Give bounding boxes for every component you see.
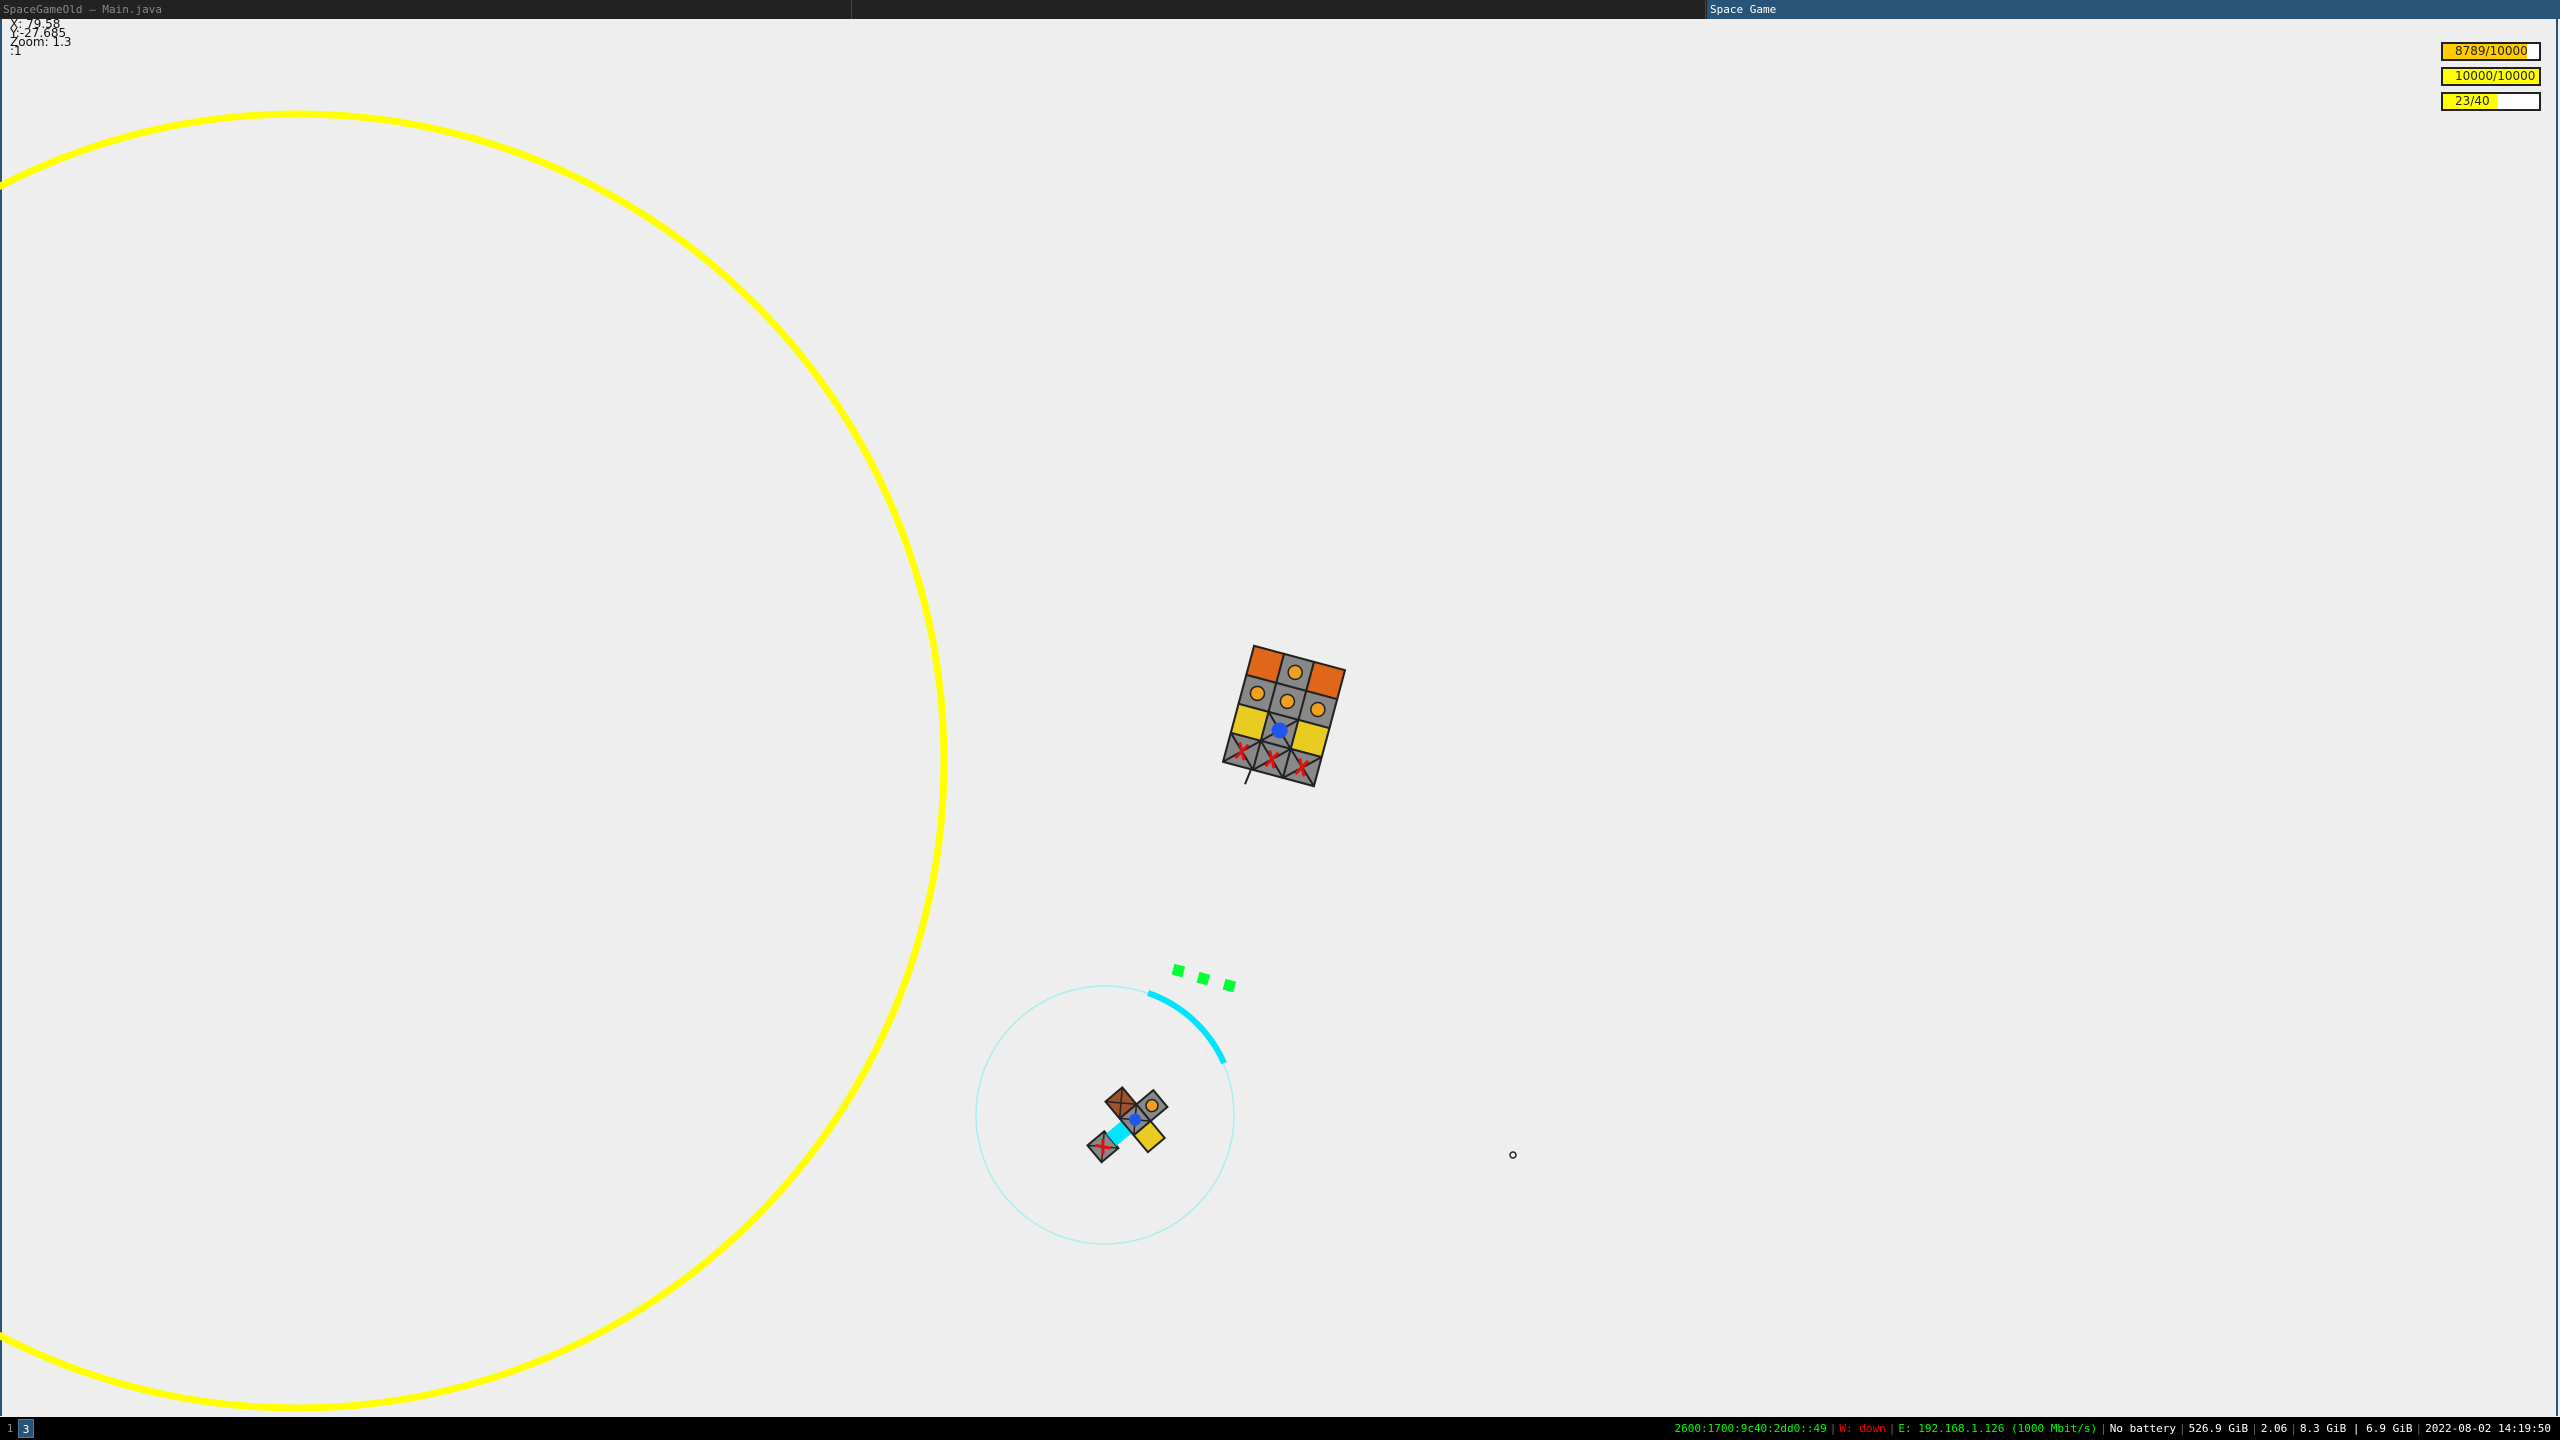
status-ethernet: E: 192.168.1.126 (1000 Mbit/s) xyxy=(1898,1422,2098,1435)
enemy-ship xyxy=(1221,644,1347,788)
debug-info: X: 79.58 Y:-27.685 Zoom: 1.3 :1 xyxy=(10,18,72,57)
projectile xyxy=(1222,978,1237,993)
planet-ring xyxy=(0,110,948,1412)
ammo-bar: 23/40 xyxy=(2441,92,2541,111)
player-ship xyxy=(1086,1086,1169,1164)
projectile xyxy=(1171,963,1186,978)
projectile xyxy=(1196,971,1211,986)
game-world[interactable] xyxy=(0,0,2560,1440)
status-battery: No battery xyxy=(2109,1422,2176,1435)
status-items: 2600:1700:9c40:2dd0::49 | W: down | E: 192… xyxy=(1671,1417,2554,1440)
status-memory: 8.3 GiB | 6.9 GiB xyxy=(2299,1422,2413,1435)
hull-bar-label: 8789/10000 xyxy=(2455,44,2528,58)
workspace-1-button[interactable]: 1 xyxy=(2,1419,18,1438)
status-ipv6: 2600:1700:9c40:2dd0::49 xyxy=(1674,1422,1827,1435)
energy-bar-label: 10000/10000 xyxy=(2455,69,2536,83)
shield-arc xyxy=(1147,990,1227,1065)
mouse-cursor-marker xyxy=(1509,1151,1517,1159)
system-status-bar: 1 3 2600:1700:9c40:2dd0::49 | W: down | E:… xyxy=(0,1417,2560,1440)
status-datetime: 2022-08-02 14:19:50 xyxy=(2425,1422,2551,1435)
workspace-3-button[interactable]: 3 xyxy=(18,1419,34,1438)
status-disk: 526.9 GiB xyxy=(2188,1422,2249,1435)
hull-bar: 8789/10000 xyxy=(2441,42,2541,61)
energy-bar: 10000/10000 xyxy=(2441,67,2541,86)
ammo-bar-label: 23/40 xyxy=(2455,94,2490,108)
status-load: 2.06 xyxy=(2260,1422,2288,1435)
status-wireless: W: down xyxy=(1839,1422,1886,1435)
